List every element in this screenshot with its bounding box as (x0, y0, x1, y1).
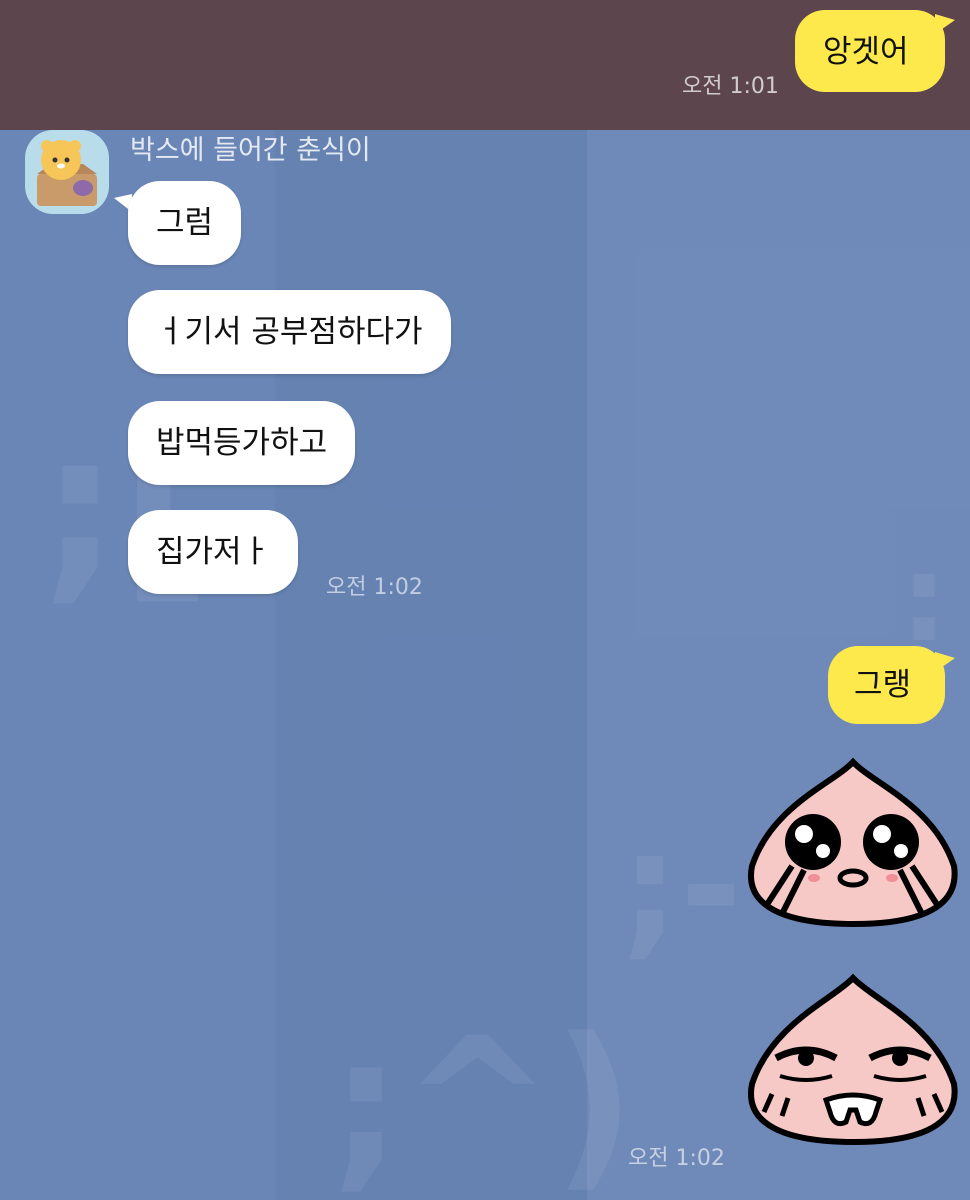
message-text: 앙겟어 (823, 34, 909, 70)
message-text: ㅓ기서 공부점하다가 (156, 314, 423, 350)
apeach-crying-emoticon[interactable] (744, 756, 962, 928)
incoming-message-bubble[interactable]: 밥먹등가하고 (128, 401, 356, 485)
wallpaper-pattern: ;^) (330, 1000, 636, 1200)
message-text: 그랭 (854, 667, 912, 703)
chunsik-in-box-avatar-icon[interactable] (25, 130, 109, 214)
message-text: 집가저ㅏ (156, 534, 271, 570)
message-text: 밥먹등가하고 (156, 425, 328, 461)
message-time: 오전 1:01 (682, 74, 779, 99)
apeach-drooling-emoticon[interactable] (744, 972, 962, 1146)
message-time: 오전 1:02 (326, 575, 423, 600)
sender-name: 박스에 들어간 춘식이 (130, 135, 371, 166)
bubble-tail (935, 14, 955, 34)
bubble-tail (935, 652, 955, 672)
outgoing-message-bubble[interactable]: 그랭 (828, 646, 945, 724)
wallpaper-pattern: ;- (620, 800, 743, 974)
incoming-message-bubble[interactable]: 집가저ㅏ (128, 510, 299, 594)
outgoing-message-bubble[interactable]: 앙겟어 (795, 10, 945, 92)
incoming-message-bubble[interactable]: ㅓ기서 공부점하다가 (128, 290, 451, 374)
message-text: 그럼 (156, 205, 214, 241)
message-time: 오전 1:02 (628, 1146, 725, 1171)
incoming-message-bubble[interactable]: 그럼 (128, 181, 242, 265)
